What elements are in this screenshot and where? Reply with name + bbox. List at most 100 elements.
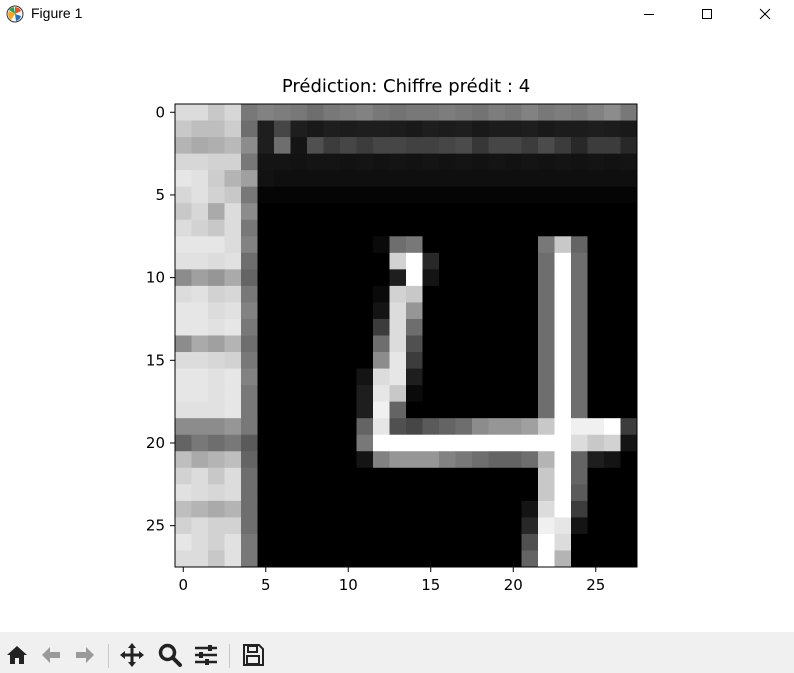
pixel-cell <box>472 252 489 270</box>
pixel-cell <box>455 269 473 287</box>
pixel-cell <box>340 318 357 336</box>
pixel-cell <box>604 269 621 287</box>
pixel-cell <box>521 137 539 155</box>
pixel-cell <box>307 120 324 138</box>
close-button[interactable] <box>736 0 794 28</box>
pixel-cell <box>224 550 242 568</box>
pixel-cell <box>538 550 555 568</box>
pixel-cell <box>455 550 473 568</box>
pixel-cell <box>307 335 324 353</box>
pixel-cell <box>208 285 225 303</box>
pixel-cell <box>290 120 308 138</box>
pixel-cell <box>274 186 291 204</box>
pixel-cell <box>571 137 588 155</box>
pixel-cell <box>538 434 555 452</box>
pixel-cell <box>406 467 423 485</box>
zoom-button[interactable] <box>157 642 183 668</box>
pixel-cell <box>521 203 539 221</box>
pixel-cell <box>274 153 291 171</box>
pixel-cell <box>274 120 291 138</box>
pixel-cell <box>191 252 209 270</box>
pan-button[interactable] <box>119 642 145 668</box>
pixel-cell <box>488 153 506 171</box>
pixel-cell <box>307 252 324 270</box>
maximize-button[interactable] <box>678 0 736 28</box>
pixel-cell <box>274 500 291 518</box>
pixel-cell <box>389 170 407 188</box>
pixel-cell <box>274 219 291 237</box>
pixel-cell <box>604 517 621 535</box>
pixel-cell <box>373 153 390 171</box>
pixel-cell <box>323 170 341 188</box>
pixel-cell <box>571 269 588 287</box>
pixel-cell <box>406 153 423 171</box>
pixel-cell <box>257 368 275 386</box>
pixel-cell <box>257 236 275 254</box>
pixel-cell <box>604 500 621 518</box>
pixel-cell <box>208 203 225 221</box>
pixel-cell <box>257 401 275 419</box>
pixel-cell <box>323 236 341 254</box>
pixel-cell <box>323 186 341 204</box>
pixel-cell <box>521 302 539 320</box>
pixel-cell <box>175 484 192 502</box>
pixel-cell <box>175 368 192 386</box>
pixel-cell <box>356 120 374 138</box>
pixel-cell <box>356 285 374 303</box>
pixel-cell <box>472 170 489 188</box>
pixel-cell <box>406 434 423 452</box>
pixel-cell <box>620 352 638 369</box>
pixel-cell <box>472 401 489 419</box>
x-tick-label: 15 <box>421 576 440 594</box>
pixel-cell <box>241 401 258 419</box>
pixel-cell <box>455 219 473 237</box>
pixel-cell <box>620 318 638 336</box>
pixel-cell <box>604 550 621 568</box>
pixel-cell <box>290 418 308 436</box>
pixel-cell <box>208 252 225 270</box>
pixel-cell <box>472 104 489 121</box>
home-button[interactable] <box>4 642 30 668</box>
pixel-cell <box>439 153 456 171</box>
pixel-cell <box>356 186 374 204</box>
pixel-cell <box>571 368 588 386</box>
back-button[interactable] <box>38 642 64 668</box>
pixel-cell <box>455 434 473 452</box>
pixel-cell <box>208 418 225 436</box>
pixel-cell <box>422 170 440 188</box>
pixel-cell <box>422 302 440 320</box>
pixel-cell <box>208 517 225 535</box>
figure-canvas[interactable]: Prédiction: Chiffre prédit : 4 0 5 10 15 20 2… <box>0 28 794 632</box>
pixel-cell <box>571 533 588 551</box>
forward-button[interactable] <box>72 642 98 668</box>
pixel-cell <box>554 104 572 121</box>
pixel-cell <box>257 500 275 518</box>
save-button[interactable] <box>240 642 266 668</box>
pixel-cell <box>191 550 209 568</box>
pixel-cell <box>571 434 588 452</box>
pixel-cell <box>257 186 275 204</box>
pixel-cell <box>175 302 192 320</box>
pixel-cell <box>455 170 473 188</box>
pixel-cell <box>571 120 588 138</box>
pixel-cell <box>554 352 572 369</box>
pixel-cell <box>455 385 473 403</box>
configure-subplots-button[interactable] <box>193 642 219 668</box>
pixel-cell <box>356 401 374 419</box>
pixel-cell <box>274 203 291 221</box>
matplotlib-logo-icon <box>6 5 24 23</box>
pixel-cell <box>439 451 456 469</box>
pixel-cell <box>620 269 638 287</box>
pixel-cell <box>571 401 588 419</box>
pixel-cell <box>422 352 440 369</box>
pixel-cell <box>620 153 638 171</box>
pixel-cell <box>587 252 605 270</box>
pixel-cell <box>521 550 539 568</box>
configure-subplots-icon <box>195 645 217 665</box>
pixel-cell <box>505 484 522 502</box>
pixel-cell <box>505 153 522 171</box>
pixel-cell <box>505 104 522 121</box>
pixel-cell <box>505 500 522 518</box>
pixel-cell <box>406 484 423 502</box>
minimize-button[interactable] <box>620 0 678 28</box>
